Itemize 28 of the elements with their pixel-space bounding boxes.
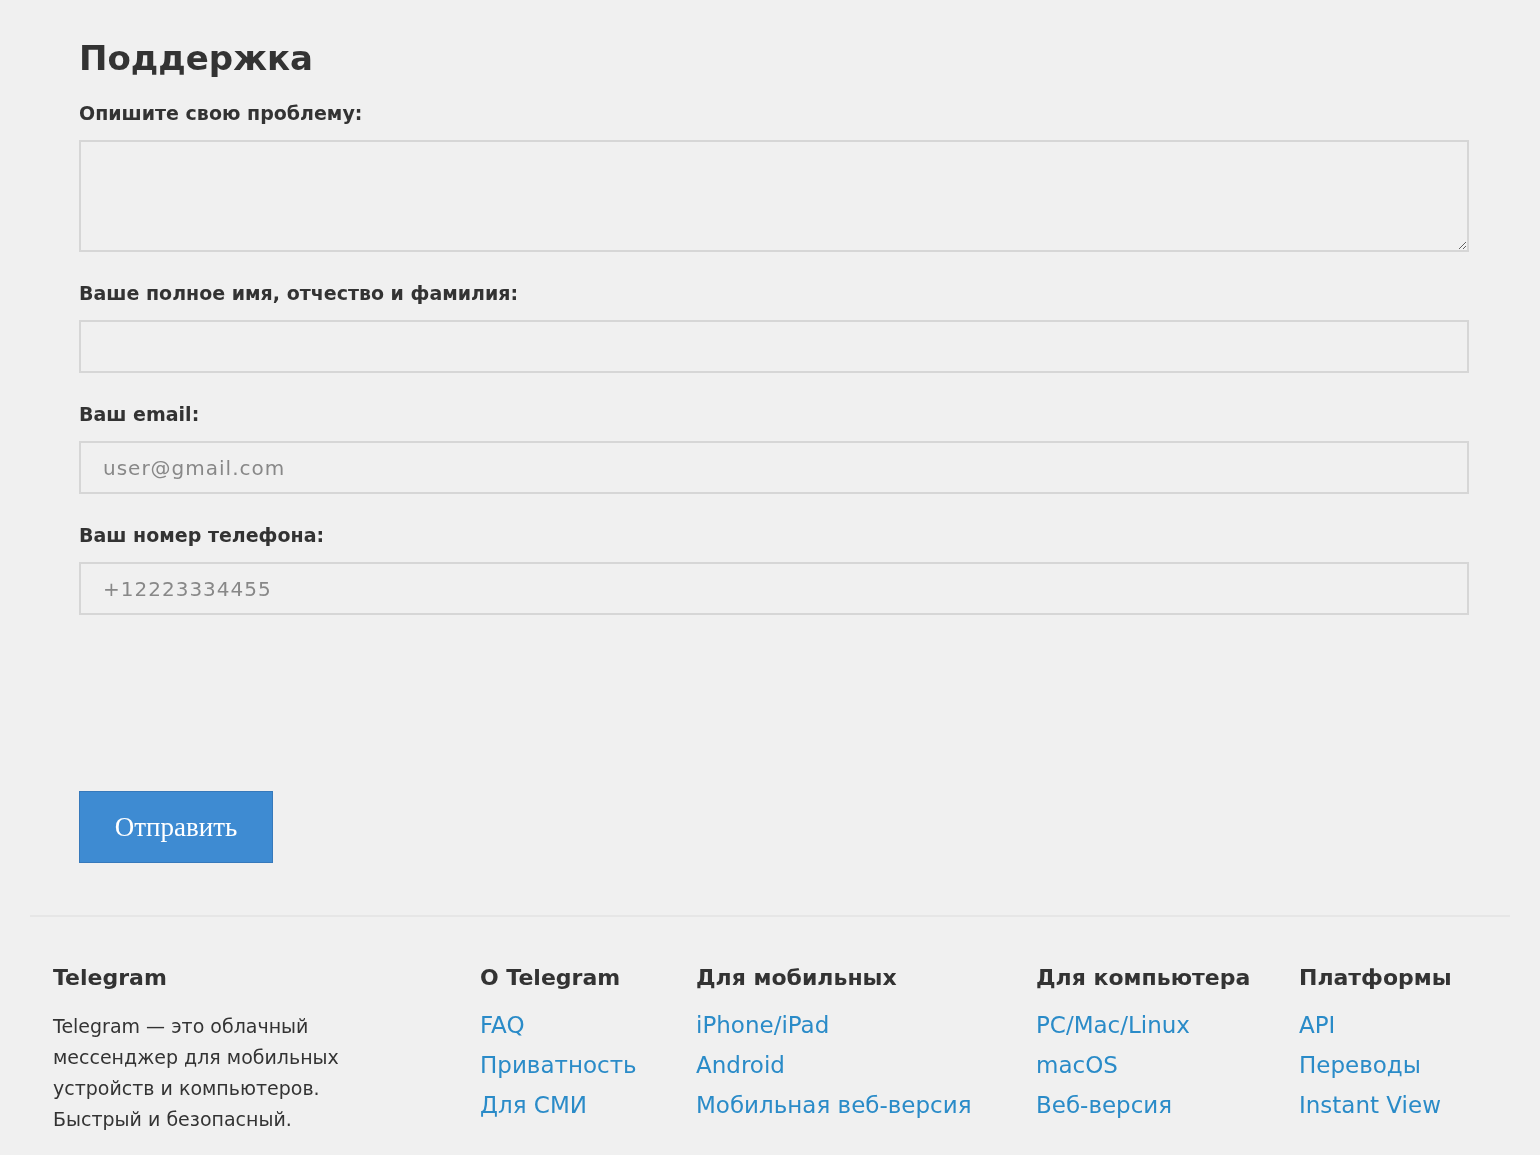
footer-link[interactable]: Для СМИ — [480, 1085, 587, 1125]
footer-link[interactable]: Мобильная веб-версия — [696, 1085, 972, 1125]
footer-link[interactable]: Android — [696, 1045, 785, 1085]
footer-link[interactable]: Веб-версия — [1036, 1085, 1173, 1125]
footer-link[interactable]: macOS — [1036, 1045, 1118, 1085]
input-field[interactable] — [79, 320, 1469, 373]
footer-link[interactable]: PC/Mac/Linux — [1036, 1005, 1190, 1045]
page-title: Поддержка — [79, 37, 314, 80]
footer-link[interactable]: iPhone/iPad — [696, 1005, 830, 1045]
footer-link[interactable]: Приватность — [480, 1045, 637, 1085]
message-textarea[interactable] — [79, 140, 1469, 252]
field-label: Опишите свою проблему: — [79, 101, 364, 126]
footer-heading: Telegram — [53, 964, 168, 992]
footer-heading: Платформы — [1299, 964, 1452, 992]
footer-link[interactable]: Переводы — [1299, 1045, 1421, 1085]
footer-link[interactable]: Instant View — [1299, 1085, 1441, 1125]
footer-heading: Для мобильных — [696, 964, 898, 992]
submit-button[interactable]: Отправить — [79, 791, 273, 863]
footer-description: Telegram — это облачный мессенджер для мобильных устройств и компьютеров. Быстрый и безопасный. — [53, 1014, 340, 1132]
footer-heading: Для компьютера — [1036, 964, 1252, 992]
footer-link[interactable]: API — [1299, 1005, 1336, 1045]
footer-heading: О Telegram — [480, 964, 622, 992]
input-field[interactable]: user@gmail.com — [79, 441, 1469, 494]
footer-link[interactable]: FAQ — [480, 1005, 525, 1045]
field-label: Ваше полное имя, отчество и фамилия: — [79, 281, 520, 306]
field-label: Ваш email: — [79, 402, 201, 427]
input-field[interactable]: +12223334455 — [79, 562, 1469, 615]
field-label: Ваш номер телефона: — [79, 523, 326, 548]
